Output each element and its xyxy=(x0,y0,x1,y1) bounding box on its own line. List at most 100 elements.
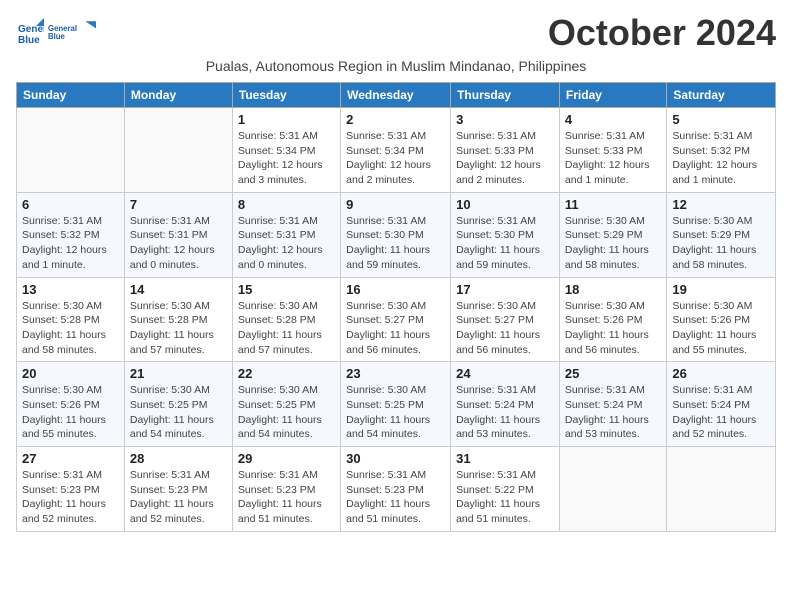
day-info: Sunrise: 5:31 AM Sunset: 5:33 PM Dayligh… xyxy=(456,129,554,188)
day-number: 17 xyxy=(456,282,554,297)
day-info: Sunrise: 5:31 AM Sunset: 5:22 PM Dayligh… xyxy=(456,468,554,527)
calendar-cell: 7Sunrise: 5:31 AM Sunset: 5:31 PM Daylig… xyxy=(124,192,232,277)
calendar-cell: 22Sunrise: 5:30 AM Sunset: 5:25 PM Dayli… xyxy=(232,362,340,447)
day-number: 14 xyxy=(130,282,227,297)
calendar-cell: 25Sunrise: 5:31 AM Sunset: 5:24 PM Dayli… xyxy=(559,362,666,447)
day-number: 1 xyxy=(238,112,335,127)
calendar-cell: 19Sunrise: 5:30 AM Sunset: 5:26 PM Dayli… xyxy=(667,277,776,362)
weekday-header-monday: Monday xyxy=(124,83,232,108)
day-number: 2 xyxy=(346,112,445,127)
weekday-header-friday: Friday xyxy=(559,83,666,108)
calendar-cell: 5 Sunrise: 5:31 AM Sunset: 5:32 PM Daylig… xyxy=(667,108,776,193)
day-info: Sunrise: 5:30 AM Sunset: 5:28 PM Dayligh… xyxy=(130,299,227,358)
day-info: Sunrise: 5:30 AM Sunset: 5:29 PM Dayligh… xyxy=(672,214,770,273)
calendar-cell: 11 Sunrise: 5:30 AM Sunset: 5:29 PM Dayli… xyxy=(559,192,666,277)
calendar-week-row: 27 Sunrise: 5:31 AM Sunset: 5:23 PM Dayli… xyxy=(17,447,776,532)
day-number: 29 xyxy=(238,451,335,466)
calendar-cell: 21Sunrise: 5:30 AM Sunset: 5:25 PM Dayli… xyxy=(124,362,232,447)
calendar-table: SundayMondayTuesdayWednesdayThursdayFrid… xyxy=(16,82,776,532)
day-info: Sunrise: 5:31 AM Sunset: 5:24 PM Dayligh… xyxy=(672,383,770,442)
calendar-cell: 23 Sunrise: 5:30 AM Sunset: 5:25 PM Dayli… xyxy=(341,362,451,447)
calendar-week-row: 6 Sunrise: 5:31 AM Sunset: 5:32 PM Daylig… xyxy=(17,192,776,277)
svg-text:General: General xyxy=(48,24,77,33)
day-number: 21 xyxy=(130,366,227,381)
day-info: Sunrise: 5:31 AM Sunset: 5:32 PM Dayligh… xyxy=(672,129,770,188)
day-info: Sunrise: 5:31 AM Sunset: 5:31 PM Dayligh… xyxy=(238,214,335,273)
day-number: 26 xyxy=(672,366,770,381)
calendar-body: 1 Sunrise: 5:31 AM Sunset: 5:34 PM Daylig… xyxy=(17,108,776,532)
calendar-cell xyxy=(17,108,125,193)
day-number: 7 xyxy=(130,197,227,212)
day-number: 5 xyxy=(672,112,770,127)
day-number: 12 xyxy=(672,197,770,212)
day-number: 11 xyxy=(565,197,661,212)
day-info: Sunrise: 5:31 AM Sunset: 5:23 PM Dayligh… xyxy=(238,468,335,527)
svg-text:Blue: Blue xyxy=(18,35,40,46)
weekday-header-tuesday: Tuesday xyxy=(232,83,340,108)
day-number: 30 xyxy=(346,451,445,466)
day-info: Sunrise: 5:31 AM Sunset: 5:23 PM Dayligh… xyxy=(22,468,119,527)
day-number: 19 xyxy=(672,282,770,297)
calendar-cell: 28Sunrise: 5:31 AM Sunset: 5:23 PM Dayli… xyxy=(124,447,232,532)
calendar-cell: 3 Sunrise: 5:31 AM Sunset: 5:33 PM Daylig… xyxy=(451,108,560,193)
day-info: Sunrise: 5:31 AM Sunset: 5:33 PM Dayligh… xyxy=(565,129,661,188)
calendar-cell: 31 Sunrise: 5:31 AM Sunset: 5:22 PM Dayli… xyxy=(451,447,560,532)
day-info: Sunrise: 5:31 AM Sunset: 5:23 PM Dayligh… xyxy=(346,468,445,527)
day-info: Sunrise: 5:31 AM Sunset: 5:23 PM Dayligh… xyxy=(130,468,227,527)
calendar-cell: 8 Sunrise: 5:31 AM Sunset: 5:31 PM Daylig… xyxy=(232,192,340,277)
day-info: Sunrise: 5:31 AM Sunset: 5:24 PM Dayligh… xyxy=(456,383,554,442)
day-number: 13 xyxy=(22,282,119,297)
logo-bird-icon: General Blue xyxy=(48,16,96,48)
calendar-cell: 2Sunrise: 5:31 AM Sunset: 5:34 PM Daylig… xyxy=(341,108,451,193)
calendar-week-row: 13 Sunrise: 5:30 AM Sunset: 5:28 PM Dayli… xyxy=(17,277,776,362)
day-number: 4 xyxy=(565,112,661,127)
calendar-cell: 1 Sunrise: 5:31 AM Sunset: 5:34 PM Daylig… xyxy=(232,108,340,193)
calendar-cell xyxy=(559,447,666,532)
day-number: 3 xyxy=(456,112,554,127)
day-info: Sunrise: 5:30 AM Sunset: 5:25 PM Dayligh… xyxy=(346,383,445,442)
day-number: 27 xyxy=(22,451,119,466)
day-info: Sunrise: 5:30 AM Sunset: 5:27 PM Dayligh… xyxy=(346,299,445,358)
calendar-subtitle: Pualas, Autonomous Region in Muslim Mind… xyxy=(16,58,776,74)
day-info: Sunrise: 5:30 AM Sunset: 5:29 PM Dayligh… xyxy=(565,214,661,273)
svg-text:Blue: Blue xyxy=(48,32,66,41)
calendar-cell xyxy=(124,108,232,193)
day-number: 31 xyxy=(456,451,554,466)
logo-icon: General Blue xyxy=(16,18,44,46)
calendar-cell: 14 Sunrise: 5:30 AM Sunset: 5:28 PM Dayli… xyxy=(124,277,232,362)
calendar-cell: 13 Sunrise: 5:30 AM Sunset: 5:28 PM Dayli… xyxy=(17,277,125,362)
day-info: Sunrise: 5:31 AM Sunset: 5:30 PM Dayligh… xyxy=(456,214,554,273)
calendar-cell: 18 Sunrise: 5:30 AM Sunset: 5:26 PM Dayli… xyxy=(559,277,666,362)
calendar-cell: 27 Sunrise: 5:31 AM Sunset: 5:23 PM Dayli… xyxy=(17,447,125,532)
calendar-cell: 4 Sunrise: 5:31 AM Sunset: 5:33 PM Daylig… xyxy=(559,108,666,193)
day-info: Sunrise: 5:30 AM Sunset: 5:27 PM Dayligh… xyxy=(456,299,554,358)
month-title-section: October 2024 xyxy=(16,12,776,54)
day-number: 24 xyxy=(456,366,554,381)
calendar-cell xyxy=(667,447,776,532)
calendar-cell: 30 Sunrise: 5:31 AM Sunset: 5:23 PM Dayli… xyxy=(341,447,451,532)
calendar-cell: 20Sunrise: 5:30 AM Sunset: 5:26 PM Dayli… xyxy=(17,362,125,447)
day-number: 16 xyxy=(346,282,445,297)
calendar-cell: 9 Sunrise: 5:31 AM Sunset: 5:30 PM Daylig… xyxy=(341,192,451,277)
month-title: October 2024 xyxy=(16,12,776,54)
calendar-cell: 10 Sunrise: 5:31 AM Sunset: 5:30 PM Dayli… xyxy=(451,192,560,277)
calendar-cell: 17 Sunrise: 5:30 AM Sunset: 5:27 PM Dayli… xyxy=(451,277,560,362)
calendar-week-row: 20Sunrise: 5:30 AM Sunset: 5:26 PM Dayli… xyxy=(17,362,776,447)
day-number: 6 xyxy=(22,197,119,212)
day-info: Sunrise: 5:31 AM Sunset: 5:34 PM Dayligh… xyxy=(238,129,335,188)
calendar-cell: 6 Sunrise: 5:31 AM Sunset: 5:32 PM Daylig… xyxy=(17,192,125,277)
day-info: Sunrise: 5:31 AM Sunset: 5:32 PM Dayligh… xyxy=(22,214,119,273)
calendar-cell: 29 Sunrise: 5:31 AM Sunset: 5:23 PM Dayli… xyxy=(232,447,340,532)
calendar-cell: 24 Sunrise: 5:31 AM Sunset: 5:24 PM Dayli… xyxy=(451,362,560,447)
day-info: Sunrise: 5:30 AM Sunset: 5:25 PM Dayligh… xyxy=(238,383,335,442)
day-info: Sunrise: 5:30 AM Sunset: 5:28 PM Dayligh… xyxy=(22,299,119,358)
weekday-header-saturday: Saturday xyxy=(667,83,776,108)
day-number: 23 xyxy=(346,366,445,381)
day-number: 10 xyxy=(456,197,554,212)
day-number: 25 xyxy=(565,366,661,381)
day-info: Sunrise: 5:30 AM Sunset: 5:26 PM Dayligh… xyxy=(565,299,661,358)
day-info: Sunrise: 5:31 AM Sunset: 5:30 PM Dayligh… xyxy=(346,214,445,273)
day-number: 9 xyxy=(346,197,445,212)
day-number: 18 xyxy=(565,282,661,297)
day-number: 8 xyxy=(238,197,335,212)
